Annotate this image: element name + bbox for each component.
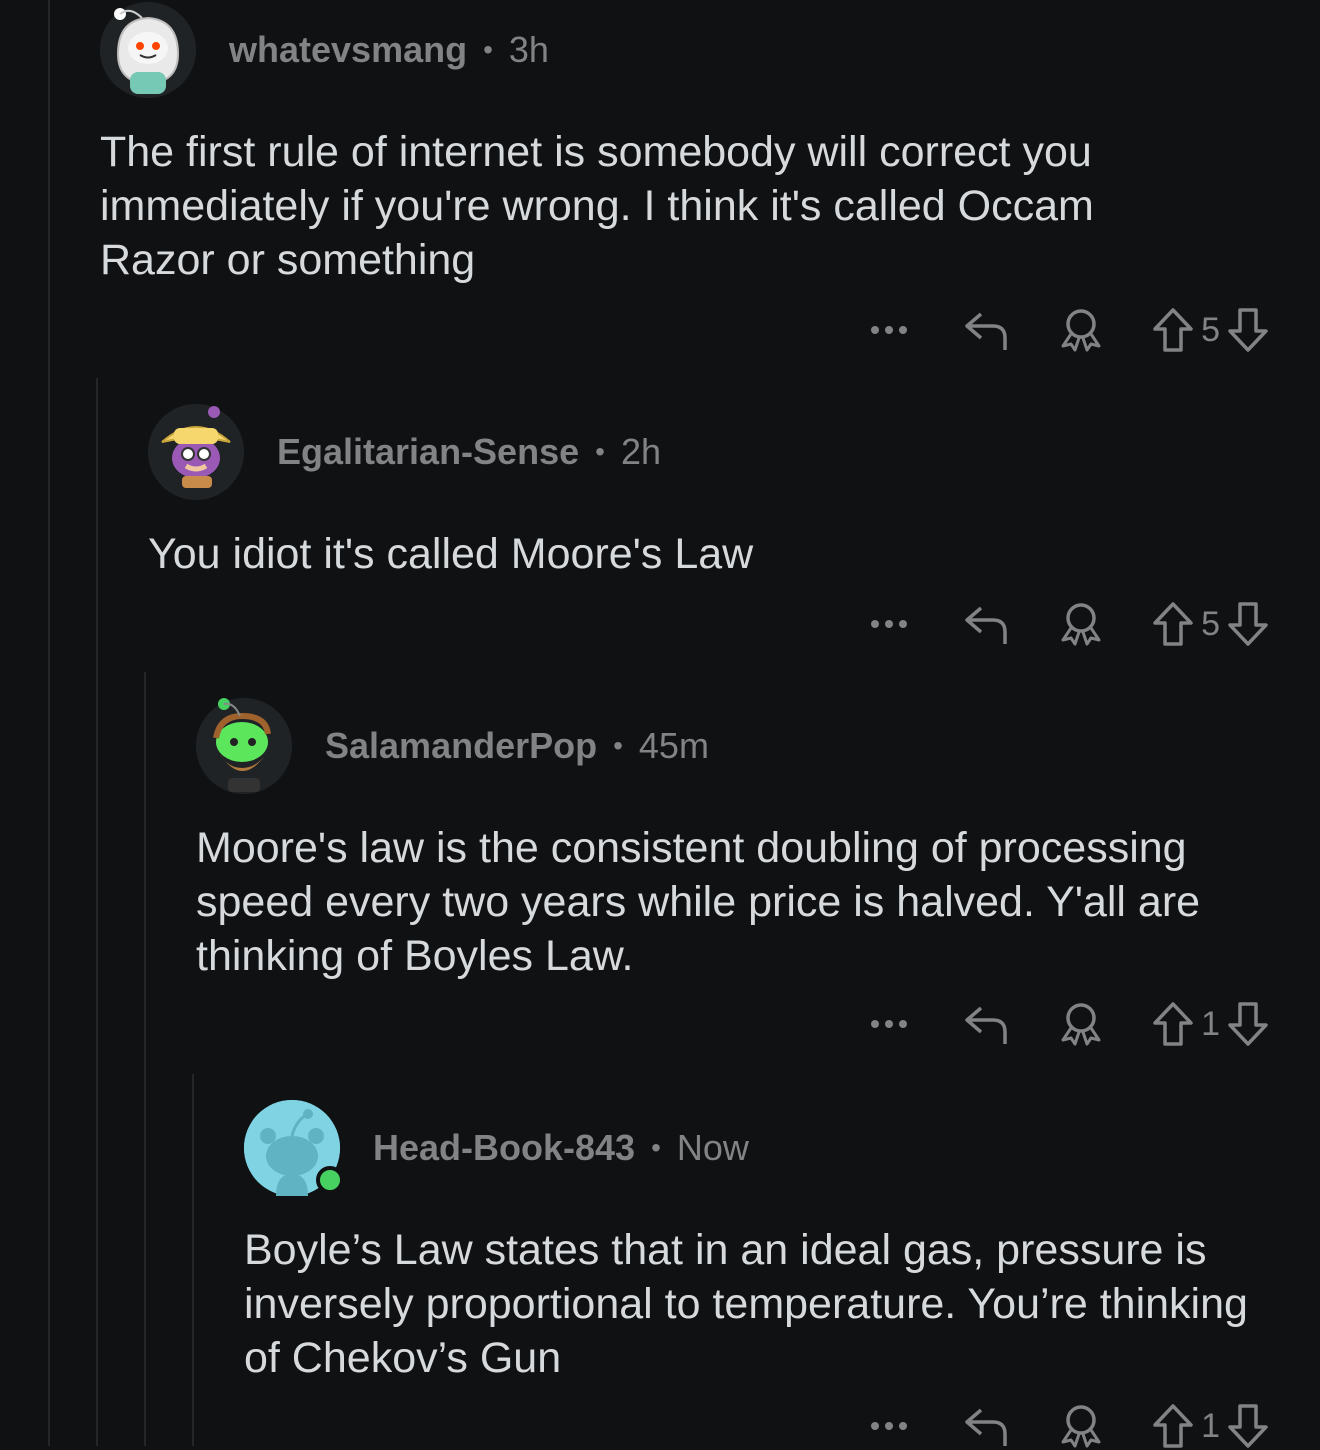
comment-header: whatevsmang • 3h xyxy=(100,2,1270,98)
thread-line-level-0[interactable] xyxy=(48,0,50,1446)
reply-button[interactable] xyxy=(963,602,1011,646)
comment-header: SalamanderPop • 45m xyxy=(196,698,1276,794)
downvote-icon xyxy=(1228,1404,1268,1448)
meta-separator: • xyxy=(613,730,623,761)
vote-count: 5 xyxy=(1201,604,1220,643)
award-button[interactable] xyxy=(1057,306,1105,354)
more-options-button[interactable] xyxy=(867,614,911,634)
user-avatar[interactable] xyxy=(148,404,244,500)
upvote-button[interactable] xyxy=(1151,601,1195,647)
more-options-icon xyxy=(871,1020,908,1028)
reply-icon xyxy=(965,606,1007,644)
downvote-button[interactable] xyxy=(1226,601,1270,647)
comment-header: Egalitarian-Sense • 2h xyxy=(148,404,1270,500)
more-options-icon xyxy=(871,620,908,628)
comment-body: Moore's law is the consistent doubling o… xyxy=(196,824,1201,980)
snoo-green-bearded-avatar-icon xyxy=(196,698,292,794)
comment-actions: 1 xyxy=(867,1000,1270,1048)
vote-count: 5 xyxy=(1201,310,1220,349)
reply-icon xyxy=(965,1408,1007,1446)
award-icon xyxy=(1061,1003,1101,1046)
user-avatar[interactable] xyxy=(244,1100,344,1196)
thread-line-level-1[interactable] xyxy=(96,378,98,1446)
upvote-button[interactable] xyxy=(1151,307,1195,353)
vote-count: 1 xyxy=(1201,1406,1220,1445)
snoo-hooded-avatar-icon xyxy=(100,2,196,98)
user-avatar[interactable] xyxy=(196,698,292,794)
thread-line-level-3[interactable] xyxy=(192,1074,194,1446)
reply-button[interactable] xyxy=(963,308,1011,352)
comment-body: Boyle’s Law states that in an ideal gas,… xyxy=(244,1226,1248,1382)
comment-body: You idiot it's called Moore's Law xyxy=(148,530,754,578)
username[interactable]: SalamanderPop xyxy=(325,725,597,767)
downvote-button[interactable] xyxy=(1226,1403,1270,1449)
online-status-icon xyxy=(316,1166,344,1194)
award-button[interactable] xyxy=(1057,1000,1105,1048)
timestamp: 2h xyxy=(620,431,661,472)
meta-separator: • xyxy=(651,1132,661,1163)
award-icon xyxy=(1061,603,1101,646)
upvote-button[interactable] xyxy=(1151,1403,1195,1449)
reply-button[interactable] xyxy=(963,1404,1011,1448)
username[interactable]: whatevsmang xyxy=(229,29,467,71)
upvote-button[interactable] xyxy=(1151,1001,1195,1047)
timestamp: Now xyxy=(676,1127,749,1168)
timestamp: 3h xyxy=(508,29,549,70)
comment-egalitarian-sense: Egalitarian-Sense • 2h You idiot it's ca… xyxy=(148,404,1270,581)
upvote-icon xyxy=(1153,1404,1193,1448)
award-button[interactable] xyxy=(1057,600,1105,648)
more-options-icon xyxy=(871,1422,908,1430)
comment-actions: 5 xyxy=(867,306,1270,354)
reply-icon xyxy=(965,312,1007,350)
user-avatar[interactable] xyxy=(100,2,196,98)
thread-line-level-2[interactable] xyxy=(144,672,146,1446)
comment-whatevsmang: whatevsmang • 3h The first rule of inter… xyxy=(100,2,1270,287)
reply-icon xyxy=(965,1006,1007,1044)
more-options-button[interactable] xyxy=(867,1416,911,1436)
downvote-icon xyxy=(1228,602,1268,646)
snoo-bucket-hat-avatar-icon xyxy=(148,404,244,500)
downvote-button[interactable] xyxy=(1226,307,1270,353)
username[interactable]: Head-Book-843 xyxy=(373,1127,635,1169)
downvote-icon xyxy=(1228,1002,1268,1046)
upvote-icon xyxy=(1153,308,1193,352)
upvote-icon xyxy=(1153,1002,1193,1046)
meta-separator: • xyxy=(595,436,605,467)
reply-button[interactable] xyxy=(963,1002,1011,1046)
award-icon xyxy=(1061,309,1101,352)
upvote-icon xyxy=(1153,602,1193,646)
comment-actions: 1 xyxy=(867,1402,1270,1450)
more-options-button[interactable] xyxy=(867,1014,911,1034)
award-button[interactable] xyxy=(1057,1402,1105,1450)
comment-salamanderpop: SalamanderPop • 45m Moore's law is the c… xyxy=(196,698,1276,983)
more-options-button[interactable] xyxy=(867,320,911,340)
vote-count: 1 xyxy=(1201,1004,1220,1043)
meta-separator: • xyxy=(483,34,493,65)
downvote-icon xyxy=(1228,308,1268,352)
more-options-icon xyxy=(871,326,908,334)
award-icon xyxy=(1061,1405,1101,1448)
comment-actions: 5 xyxy=(867,600,1270,648)
comment-head-book-843: Head-Book-843 • Now Boyle’s Law states t… xyxy=(244,1100,1274,1385)
timestamp: 45m xyxy=(638,725,709,766)
comment-body: The first rule of internet is somebody w… xyxy=(100,128,1094,284)
downvote-button[interactable] xyxy=(1226,1001,1270,1047)
comment-header: Head-Book-843 • Now xyxy=(244,1100,1274,1196)
username[interactable]: Egalitarian-Sense xyxy=(277,431,579,473)
